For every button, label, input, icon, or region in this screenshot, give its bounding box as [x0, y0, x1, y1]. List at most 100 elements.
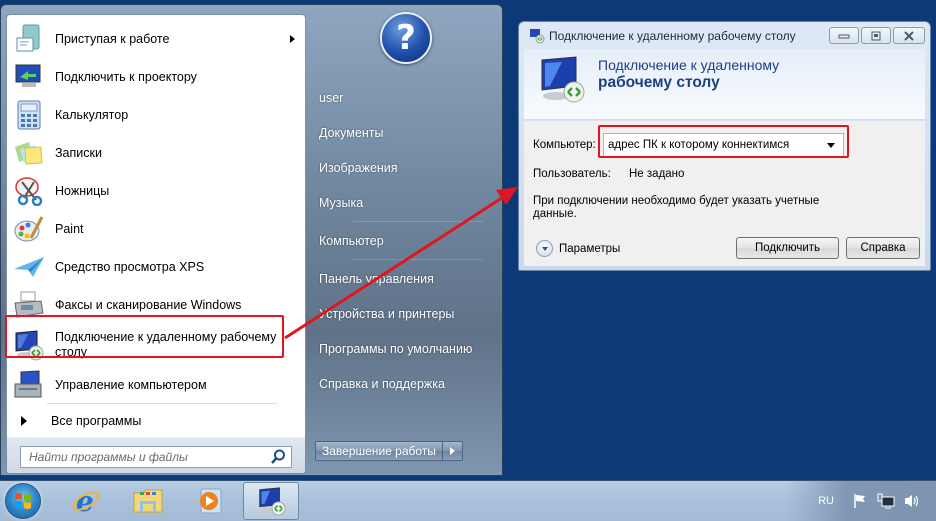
- separator: [353, 259, 483, 260]
- place-default-programs[interactable]: Программы по умолчанию: [319, 342, 472, 356]
- submenu-arrow-icon: [290, 35, 295, 43]
- getting-started-icon: [13, 23, 45, 55]
- sticky-notes-icon: [13, 137, 45, 169]
- taskbar-media-player[interactable]: [182, 482, 238, 520]
- close-icon: [904, 30, 914, 41]
- program-item-fax-scan[interactable]: Факсы и сканирование Windows: [11, 287, 301, 323]
- arrow-right-icon: [449, 447, 455, 455]
- chevron-down-icon[interactable]: [827, 142, 835, 148]
- minimize-button[interactable]: [829, 27, 859, 44]
- maximize-icon: [871, 31, 881, 40]
- program-label: Подключить к проектору: [55, 69, 197, 84]
- dialog-header: Подключение к удаленному рабочему столу: [524, 49, 925, 120]
- connect-button[interactable]: Подключить: [736, 237, 839, 259]
- remote-desktop-window: Подключение к удаленному рабочему столу …: [518, 21, 931, 271]
- computer-management-icon: [13, 369, 45, 401]
- language-indicator[interactable]: RU: [818, 495, 834, 507]
- remote-desktop-icon: [259, 487, 286, 516]
- place-devices-printers[interactable]: Устройства и принтеры: [319, 307, 454, 321]
- program-label: Управление компьютером: [55, 377, 207, 392]
- scissors-icon: [13, 175, 45, 207]
- action-center-flag-icon[interactable]: [850, 492, 870, 510]
- start-button[interactable]: [5, 483, 41, 519]
- program-item-paint[interactable]: Paint: [11, 211, 301, 247]
- user-label: Пользователь:: [533, 168, 611, 180]
- media-player-icon: [200, 488, 222, 514]
- place-documents[interactable]: Документы: [319, 126, 383, 140]
- credentials-info-text: При подключении необходимо будет указать…: [533, 195, 820, 220]
- program-label: Ножницы: [55, 183, 110, 198]
- place-control-panel[interactable]: Панель управления: [319, 272, 434, 286]
- computer-label: Компьютер:: [533, 139, 596, 151]
- volume-icon[interactable]: [902, 492, 922, 510]
- search-placeholder: Найти программы и файлы: [29, 450, 188, 464]
- program-item-computer-management[interactable]: Управление компьютером: [11, 367, 301, 403]
- options-label: Параметры: [559, 242, 621, 255]
- place-pictures[interactable]: Изображения: [319, 161, 398, 175]
- computer-combobox[interactable]: адрес ПК к которому коннектимся: [603, 133, 844, 157]
- remote-desktop-icon: [13, 329, 45, 361]
- program-item-sticky-notes[interactable]: Записки: [11, 135, 301, 171]
- places-pane: ? user Документы Изображения Музыка Комп…: [307, 5, 503, 475]
- xps-viewer-icon: [13, 251, 45, 283]
- shutdown-options-button[interactable]: [442, 441, 463, 461]
- expand-options-icon: [536, 240, 553, 257]
- fax-scanner-icon: [13, 289, 45, 321]
- svg-text:e: e: [76, 486, 94, 516]
- folder-icon: [133, 489, 163, 513]
- system-tray: RU: [818, 481, 928, 521]
- dialog-heading-line1: Подключение к удаленному: [598, 57, 780, 73]
- program-item-remote-desktop[interactable]: Подключение к удаленному рабочему столу: [11, 325, 301, 365]
- place-help-support[interactable]: Справка и поддержка: [319, 377, 445, 391]
- place-music[interactable]: Музыка: [319, 196, 363, 210]
- search-icon[interactable]: [269, 448, 287, 466]
- help-button[interactable]: Справка: [846, 237, 920, 259]
- remote-desktop-icon: [541, 56, 585, 103]
- separator: [47, 403, 277, 404]
- calculator-icon: [13, 99, 45, 131]
- program-label: Подключение к удаленному рабочему столу: [55, 330, 277, 359]
- search-area: Найти программы и файлы: [7, 437, 305, 473]
- expand-arrow-icon: [21, 416, 27, 426]
- program-label: Paint: [55, 221, 84, 236]
- dialog-body: Компьютер: адрес ПК к которому коннектим…: [524, 121, 925, 266]
- program-label: Калькулятор: [55, 107, 129, 122]
- taskbar-internet-explorer[interactable]: e: [58, 482, 114, 520]
- user-value: Не задано: [629, 168, 685, 180]
- dialog-heading-line2: рабочему столу: [598, 74, 720, 91]
- projector-icon: [13, 61, 45, 93]
- program-item-projector[interactable]: Подключить к проектору: [11, 59, 301, 95]
- minimize-icon: [838, 34, 850, 38]
- options-toggle[interactable]: Параметры: [536, 240, 620, 257]
- computer-value: адрес ПК к которому коннектимся: [608, 139, 790, 151]
- remote-desktop-icon: [530, 29, 545, 44]
- window-title: Подключение к удаленному рабочему столу: [549, 29, 796, 43]
- paint-palette-icon: [13, 213, 45, 245]
- start-menu: Приступая к работе Подключить к проектор…: [0, 4, 503, 476]
- place-user[interactable]: user: [319, 91, 343, 105]
- close-button[interactable]: [893, 27, 925, 44]
- shutdown-button[interactable]: Завершение работы: [315, 441, 443, 461]
- search-input[interactable]: Найти программы и файлы: [20, 446, 292, 468]
- program-label: Записки: [55, 145, 102, 160]
- maximize-button[interactable]: [861, 27, 891, 44]
- program-item-snipping-tool[interactable]: Ножницы: [11, 173, 301, 209]
- program-label: Приступая к работе: [55, 31, 170, 46]
- separator: [353, 221, 483, 222]
- network-icon[interactable]: [876, 492, 896, 510]
- program-item-calculator[interactable]: Калькулятор: [11, 97, 301, 133]
- program-label: Факсы и сканирование Windows: [55, 297, 242, 312]
- all-programs-label: Все программы: [51, 413, 142, 428]
- internet-explorer-icon: e: [72, 486, 100, 516]
- windows-logo-icon: [15, 493, 31, 509]
- shutdown-group: Завершение работы: [315, 441, 463, 461]
- program-item-getting-started[interactable]: Приступая к работе: [11, 21, 301, 57]
- taskbar-windows-explorer[interactable]: [120, 482, 176, 520]
- program-label: Средство просмотра XPS: [55, 259, 205, 274]
- user-picture[interactable]: ?: [380, 12, 432, 64]
- taskbar-remote-desktop[interactable]: [243, 482, 299, 520]
- program-item-xps-viewer[interactable]: Средство просмотра XPS: [11, 249, 301, 285]
- place-computer[interactable]: Компьютер: [319, 234, 384, 248]
- all-programs-button[interactable]: Все программы: [11, 410, 291, 432]
- programs-pane: Приступая к работе Подключить к проектор…: [6, 14, 306, 474]
